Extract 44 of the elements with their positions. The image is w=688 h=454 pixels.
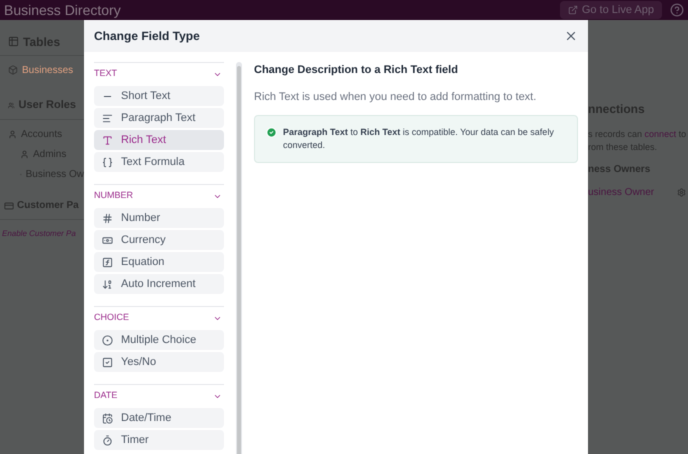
field-type-item[interactable]: Currency xyxy=(94,230,224,250)
banknote-icon xyxy=(102,234,113,246)
field-type-item[interactable]: Text Formula xyxy=(94,152,224,172)
content-heading: Change Description to a Rich Text field xyxy=(254,63,459,78)
help-icon[interactable] xyxy=(670,3,684,17)
category-heading: CHOICE xyxy=(94,311,130,324)
field-type-item[interactable]: Number xyxy=(94,208,224,228)
external-link-icon xyxy=(568,5,578,15)
lines-icon xyxy=(102,112,113,124)
checkbox-icon xyxy=(102,356,113,368)
card-icon xyxy=(4,200,14,210)
letter-t-icon xyxy=(102,134,113,146)
scrollbar[interactable] xyxy=(236,62,242,454)
function-icon xyxy=(102,256,113,268)
braces-icon xyxy=(102,156,113,168)
field-type-item[interactable]: Paragraph Text xyxy=(94,108,224,128)
radio-icon xyxy=(102,334,113,346)
category-heading: NUMBER xyxy=(94,189,134,202)
scrollbar-thumb[interactable] xyxy=(237,66,241,454)
calendar-icon xyxy=(102,412,113,424)
field-type-item[interactable]: Yes/No xyxy=(94,352,224,372)
check-circle-icon xyxy=(266,127,277,138)
field-type-item[interactable]: Timer xyxy=(94,430,224,450)
tables-icon xyxy=(8,36,19,47)
field-type-item[interactable]: Equation xyxy=(94,252,224,272)
user-icon xyxy=(8,130,17,138)
field-type-item[interactable]: Short Text xyxy=(94,86,224,106)
sort-numbers-icon xyxy=(102,278,113,290)
field-type-item[interactable]: Multiple Choice xyxy=(94,330,224,350)
field-type-item[interactable]: Auto Increment xyxy=(94,274,224,294)
dialog-title: Change Field Type xyxy=(94,28,200,45)
category-heading: DATE xyxy=(94,389,118,402)
content-description: Rich Text is used when you need to add formatting to text. xyxy=(254,90,538,104)
user-icon xyxy=(20,150,29,158)
users-icon xyxy=(8,100,15,111)
app-title: Business Directory xyxy=(4,0,121,20)
field-type-item[interactable]: Rich Text xyxy=(94,130,224,150)
category-heading: TEXT xyxy=(94,67,118,80)
notice-text: Paragraph Text to Rich Text is compatible. Your data can be safely converted. xyxy=(283,126,555,152)
stopwatch-icon xyxy=(102,434,113,446)
cube-icon xyxy=(8,65,18,75)
close-icon[interactable] xyxy=(564,29,578,43)
hash-icon xyxy=(102,212,113,224)
field-type-item[interactable]: Date/Time xyxy=(94,408,224,428)
